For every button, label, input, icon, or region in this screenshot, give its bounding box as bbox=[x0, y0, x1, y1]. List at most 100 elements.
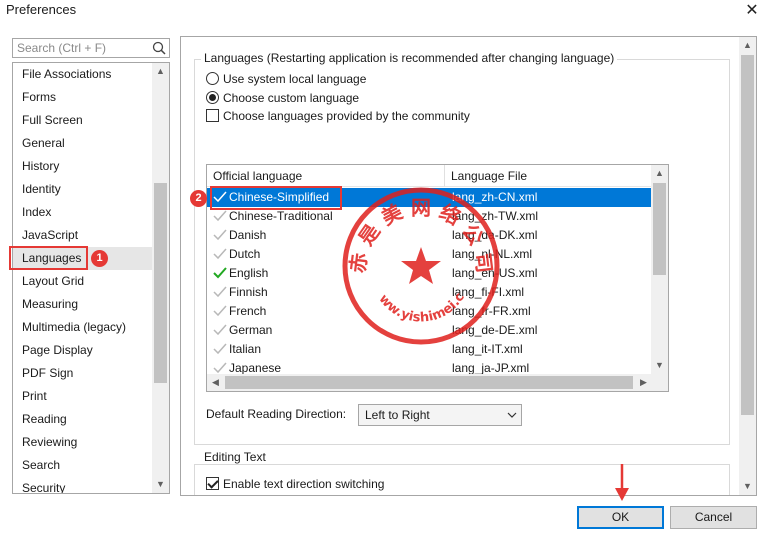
sidebar-item-history[interactable]: History bbox=[13, 155, 153, 178]
table-row[interactable]: English lang_en-US.xml bbox=[207, 264, 652, 283]
language-name: French bbox=[229, 304, 267, 318]
use-system-language-label: Use system local language bbox=[223, 72, 367, 86]
sidebar-item-print[interactable]: Print bbox=[13, 385, 153, 408]
check-icon bbox=[213, 248, 227, 260]
language-file: lang_en-US.xml bbox=[452, 266, 538, 280]
panel-scroll-down-icon[interactable]: ▼ bbox=[739, 478, 756, 495]
scroll-down-icon[interactable]: ▼ bbox=[152, 476, 169, 493]
annotation-arrow-icon bbox=[615, 464, 629, 501]
check-icon bbox=[213, 343, 227, 355]
sidebar-item-reading[interactable]: Reading bbox=[13, 408, 153, 431]
language-name: Dutch bbox=[229, 247, 261, 261]
table-scroll-right-icon[interactable]: ▶ bbox=[635, 374, 652, 391]
close-icon[interactable]: ✕ bbox=[744, 0, 760, 20]
language-name: Finnish bbox=[229, 285, 268, 299]
panel-scroll-thumb[interactable] bbox=[741, 55, 754, 415]
check-icon bbox=[213, 286, 227, 298]
cancel-button[interactable]: Cancel bbox=[670, 506, 757, 529]
check-icon bbox=[213, 305, 227, 317]
sidebar-item-search[interactable]: Search bbox=[13, 454, 153, 477]
radio-custom-icon[interactable] bbox=[206, 91, 219, 104]
annotation-badge-2: 2 bbox=[190, 190, 207, 207]
table-row[interactable]: Finnish lang_fi-FI.xml bbox=[207, 283, 652, 302]
language-file: lang_nl-NL.xml bbox=[452, 247, 533, 261]
reading-direction-select[interactable]: Left to Right bbox=[358, 404, 522, 426]
annotation-box-languages bbox=[9, 246, 88, 270]
table-scroll-left-icon[interactable]: ◀ bbox=[207, 374, 224, 391]
chevron-down-icon bbox=[507, 412, 517, 418]
search-input[interactable] bbox=[13, 39, 151, 57]
category-list-scrollbar[interactable]: ▲ ▼ bbox=[152, 63, 169, 493]
sidebar-item-security[interactable]: Security bbox=[13, 477, 153, 493]
window-title: Preferences bbox=[6, 2, 77, 17]
sidebar-item-reviewing[interactable]: Reviewing bbox=[13, 431, 153, 454]
editing-text-group-label: Editing Text bbox=[201, 450, 269, 464]
sidebar-item-forms[interactable]: Forms bbox=[13, 86, 153, 109]
community-checkbox[interactable] bbox=[206, 109, 219, 122]
choose-custom-language-option[interactable]: Choose custom language bbox=[206, 90, 359, 106]
text-direction-option[interactable]: Enable text direction switching bbox=[206, 476, 384, 492]
sidebar-item-pdf-sign[interactable]: PDF Sign bbox=[13, 362, 153, 385]
scroll-up-icon[interactable]: ▲ bbox=[152, 63, 169, 80]
text-direction-label: Enable text direction switching bbox=[223, 477, 385, 491]
sidebar-item-layout-grid[interactable]: Layout Grid bbox=[13, 270, 153, 293]
choose-custom-language-label: Choose custom language bbox=[223, 91, 360, 105]
use-system-language-option[interactable]: Use system local language bbox=[206, 71, 366, 87]
language-file: lang_de-DE.xml bbox=[452, 323, 538, 337]
radio-system-icon[interactable] bbox=[206, 72, 219, 85]
reading-direction-label: Default Reading Direction: bbox=[206, 407, 347, 421]
text-direction-checkbox[interactable] bbox=[206, 477, 219, 490]
category-list: File Associations Forms Full Screen General… bbox=[12, 62, 170, 494]
search-box bbox=[12, 38, 170, 58]
settings-panel: Languages (Restarting application is rec… bbox=[180, 36, 757, 496]
sidebar-item-multimedia-legacy[interactable]: Multimedia (legacy) bbox=[13, 316, 153, 339]
table-row[interactable]: French lang_fr-FR.xml bbox=[207, 302, 652, 321]
sidebar-item-javascript[interactable]: JavaScript bbox=[13, 224, 153, 247]
annotation-box-chinese-simplified bbox=[210, 186, 342, 210]
panel-scroll-up-icon[interactable]: ▲ bbox=[739, 37, 756, 54]
sidebar-item-identity[interactable]: Identity bbox=[13, 178, 153, 201]
table-scroll-corner bbox=[651, 374, 668, 391]
table-hscroll-thumb[interactable] bbox=[225, 376, 633, 389]
sidebar-item-measuring[interactable]: Measuring bbox=[13, 293, 153, 316]
table-row[interactable]: German lang_de-DE.xml bbox=[207, 321, 652, 340]
language-file: lang_fr-FR.xml bbox=[452, 304, 531, 318]
column-header-file[interactable]: Language File bbox=[445, 165, 652, 187]
ok-button[interactable]: OK bbox=[577, 506, 664, 529]
search-icon[interactable] bbox=[152, 41, 166, 55]
sidebar-item-general[interactable]: General bbox=[13, 132, 153, 155]
column-header-official[interactable]: Official language bbox=[207, 165, 445, 187]
language-name: Danish bbox=[229, 228, 267, 242]
check-icon bbox=[213, 324, 227, 336]
language-name: German bbox=[229, 323, 273, 337]
sidebar-item-full-screen[interactable]: Full Screen bbox=[13, 109, 153, 132]
language-file: lang_fi-FI.xml bbox=[452, 285, 525, 299]
language-file: lang_zh-CN.xml bbox=[452, 190, 538, 204]
languages-group-label: Languages (Restarting application is rec… bbox=[201, 51, 618, 65]
sidebar-item-page-display[interactable]: Page Display bbox=[13, 339, 153, 362]
check-icon bbox=[213, 210, 227, 222]
settings-panel-scrollbar[interactable]: ▲ ▼ bbox=[739, 37, 756, 495]
table-row[interactable]: Danish lang_da-DK.xml bbox=[207, 226, 652, 245]
table-horizontal-scrollbar[interactable]: ◀ ▶ bbox=[207, 374, 652, 391]
language-file: lang_zh-TW.xml bbox=[452, 209, 539, 223]
language-file: lang_da-DK.xml bbox=[452, 228, 538, 242]
check-icon bbox=[213, 267, 227, 279]
community-languages-label: Choose languages provided by the communi… bbox=[223, 109, 470, 123]
table-scroll-down-icon[interactable]: ▼ bbox=[651, 357, 668, 374]
language-file: lang_it-IT.xml bbox=[452, 342, 523, 356]
language-name: Italian bbox=[229, 342, 262, 356]
table-row[interactable]: Italian lang_it-IT.xml bbox=[207, 340, 652, 359]
scroll-thumb[interactable] bbox=[154, 183, 167, 383]
community-languages-option[interactable]: Choose languages provided by the communi… bbox=[206, 108, 470, 124]
title-bar: Preferences ✕ bbox=[0, 0, 768, 24]
check-icon bbox=[213, 362, 227, 374]
sidebar-item-index[interactable]: Index bbox=[13, 201, 153, 224]
table-scroll-up-icon[interactable]: ▲ bbox=[651, 165, 668, 182]
table-row[interactable]: Dutch lang_nl-NL.xml bbox=[207, 245, 652, 264]
check-icon bbox=[213, 229, 227, 241]
sidebar-item-file-associations[interactable]: File Associations bbox=[13, 63, 153, 86]
reading-direction-value: Left to Right bbox=[365, 408, 430, 422]
table-vertical-scrollbar[interactable]: ▲ ▼ bbox=[651, 165, 668, 374]
table-scroll-thumb[interactable] bbox=[653, 183, 666, 275]
